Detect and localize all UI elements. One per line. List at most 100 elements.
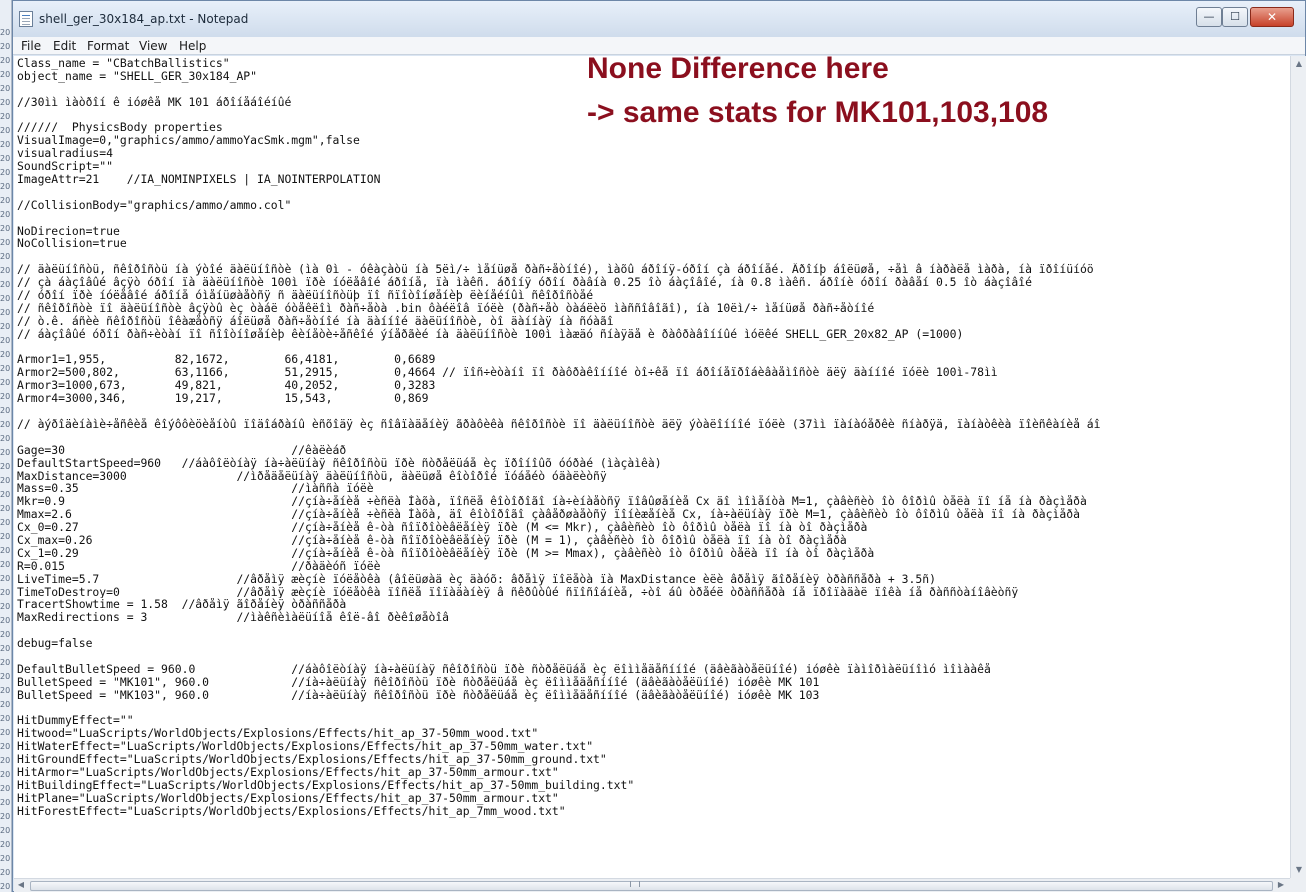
text-line: visualradius=4 (17, 147, 114, 161)
background-line-number: 20 (0, 658, 11, 667)
menu-file[interactable]: File (21, 39, 41, 53)
background-line-number: 20 (0, 364, 11, 373)
text-line: Hitwood="LuaScripts/WorldObjects/Explosi… (17, 727, 539, 741)
menu-edit[interactable]: Edit (53, 39, 76, 53)
background-line-number: 20 (0, 630, 11, 639)
text-line: VisualImage=0,"graphics/ammo/ammoYacSmk.… (17, 134, 360, 148)
background-line-number: 20 (0, 84, 11, 93)
background-line-number: 20 (0, 700, 11, 709)
text-editor[interactable]: Class_name = "CBatchBallistics" object_na… (14, 56, 1290, 878)
text-line: MaxDistance=3000 //ìðåäåëüíàÿ äàëüíîñòü,… (17, 469, 607, 483)
background-line-number: 20 (0, 770, 11, 779)
minimize-button[interactable]: — (1196, 7, 1222, 27)
background-line-number: 20 (0, 210, 11, 219)
background-line-number: 20 (0, 182, 11, 191)
scroll-down-arrow-icon[interactable]: ▼ (1292, 862, 1306, 878)
text-line (17, 702, 1290, 715)
text-line: MaxRedirections = 3 //ìàêñèìàëüíîå êîë-â… (17, 611, 450, 625)
background-line-number: 20 (0, 56, 11, 65)
text-line (17, 341, 1290, 354)
text-line: TracertShowtime = 1.58 //âðåìÿ ãîðåíèÿ ò… (17, 598, 347, 612)
background-line-number: 20 (0, 812, 11, 821)
text-line: Mass=0.35 //ìàññà ïóëè (17, 482, 374, 496)
background-line-number: 20 (0, 462, 11, 471)
maximize-button[interactable]: ☐ (1222, 7, 1248, 27)
menu-format[interactable]: Format (87, 39, 129, 53)
text-line: // ñêîðîñòè ïî äàëüíîñòè âçÿòû èç òàáë ó… (17, 301, 875, 315)
text-line: // äàëüíîñòü, ñêîðîñòü íà ýòîé äàëüíîñòè… (17, 263, 1094, 277)
background-line-number: 20 (0, 644, 11, 653)
title-bar[interactable]: shell_ger_30x184_ap.txt - Notepad — ☐ ✕ (13, 1, 1305, 37)
text-line: HitArmor="LuaScripts/WorldObjects/Explos… (17, 765, 559, 779)
background-line-number: 20 (0, 490, 11, 499)
background-line-number: 20 (0, 798, 11, 807)
text-line: // ò.ê. áñèè ñêîðîñòü îêàæåòñÿ áîëüøå ðà… (17, 314, 614, 328)
text-line: Mmax=2.6 //çíà÷åíèå ÷èñëà Ìàõà, äî êîòîð… (17, 508, 1080, 522)
text-line (17, 624, 1290, 637)
background-line-number: 20 (0, 756, 11, 765)
background-line-number: 20 (0, 266, 11, 275)
text-line: // áàçîâûé óðîí ðàñ÷èòàí ïî ñîîòíîøåíèþ … (17, 327, 964, 341)
text-line: Cx_0=0.27 //çíà÷åíèå ê-òà ñîïðîòèâëåíèÿ … (17, 521, 868, 534)
background-line-number: 20 (0, 728, 11, 737)
background-line-number: 20 (0, 882, 11, 891)
background-line-number: 20 (0, 476, 11, 485)
scroll-grip-icon (630, 881, 640, 887)
scroll-left-arrow-icon[interactable]: ◀ (14, 877, 28, 892)
text-line (17, 650, 1290, 663)
background-line-number: 20 (0, 434, 11, 443)
background-line-number: 20 (0, 154, 11, 163)
background-line-number: 20 (0, 280, 11, 289)
text-line: HitWaterEffect="LuaScripts/WorldObjects/… (17, 740, 594, 754)
text-line: //CollisionBody="graphics/ammo/ammo.col" (17, 198, 292, 212)
background-line-number: 20 (0, 140, 11, 149)
text-line: // çà áàçîâûé âçÿò óðîí ïà äàëüíîñòè 100… (17, 276, 1032, 290)
text-line: ImageAttr=21 //IA_NOMINPIXELS | IA_NOINT… (17, 173, 381, 186)
menu-view[interactable]: View (139, 39, 167, 53)
text-line (17, 405, 1290, 418)
background-line-number: 20 (0, 546, 11, 555)
notepad-icon (19, 11, 33, 27)
background-line-number: 20 (0, 322, 11, 331)
red-annotation: None Difference here -> same stats for M… (587, 47, 1048, 135)
annotation-line-2: -> same stats for MK101,103,108 (587, 96, 1049, 129)
background-line-number: 20 (0, 504, 11, 513)
background-line-number: 20 (0, 840, 11, 849)
background-line-number: 20 (0, 672, 11, 681)
text-line: R=0.015 //ðàäèóñ ïóëè (17, 559, 381, 573)
background-line-number: 20 (0, 742, 11, 751)
scroll-right-arrow-icon[interactable]: ▶ (1274, 877, 1288, 892)
background-line-number: 20 (0, 238, 11, 247)
background-line-number: 20 (0, 336, 11, 345)
close-button[interactable]: ✕ (1250, 7, 1294, 27)
vertical-scrollbar[interactable]: ▲ ▼ (1290, 56, 1306, 878)
background-line-number: 20 (0, 126, 11, 135)
text-line: HitForestEffect="LuaScripts/WorldObjects… (17, 804, 566, 818)
text-line: Mkr=0.9 //çíà÷åíèå ÷èñëà Ìàõà, ïîñëå êîò… (17, 495, 1087, 509)
background-line-number: 20 (0, 588, 11, 597)
text-line: Gage=30 //êàëèáð (17, 443, 347, 457)
background-line-number: 20 (0, 98, 11, 107)
text-line: NoDirecion=true (17, 224, 120, 238)
text-line: NoCollision=true (17, 237, 127, 251)
background-line-number: 20 (0, 294, 11, 303)
menu-help[interactable]: Help (179, 39, 206, 53)
background-line-number: 20 (0, 42, 11, 51)
text-line (17, 431, 1290, 444)
scroll-up-arrow-icon[interactable]: ▲ (1292, 56, 1306, 72)
background-line-number: 20 (0, 560, 11, 569)
horizontal-scrollbar[interactable]: ◀ ▶ (14, 878, 1290, 892)
background-line-number: 20 (0, 616, 11, 625)
background-line-number: 20 (0, 868, 11, 877)
text-line: HitPlane="LuaScripts/WorldObjects/Explos… (17, 791, 559, 805)
text-line (17, 212, 1290, 225)
background-line-number: 20 (0, 532, 11, 541)
background-line-number: 20 (0, 854, 11, 863)
background-line-number: 20 (0, 602, 11, 611)
size-grip[interactable] (1290, 878, 1306, 892)
notepad-window: shell_ger_30x184_ap.txt - Notepad — ☐ ✕ … (12, 0, 1306, 892)
text-line: BulletSpeed = "MK103", 960.0 //íà÷àëüíàÿ… (17, 688, 820, 702)
background-line-number: 20 (0, 70, 11, 79)
text-line: HitBuildingEffect="LuaScripts/WorldObjec… (17, 778, 635, 792)
horizontal-scroll-thumb[interactable] (30, 881, 1273, 891)
